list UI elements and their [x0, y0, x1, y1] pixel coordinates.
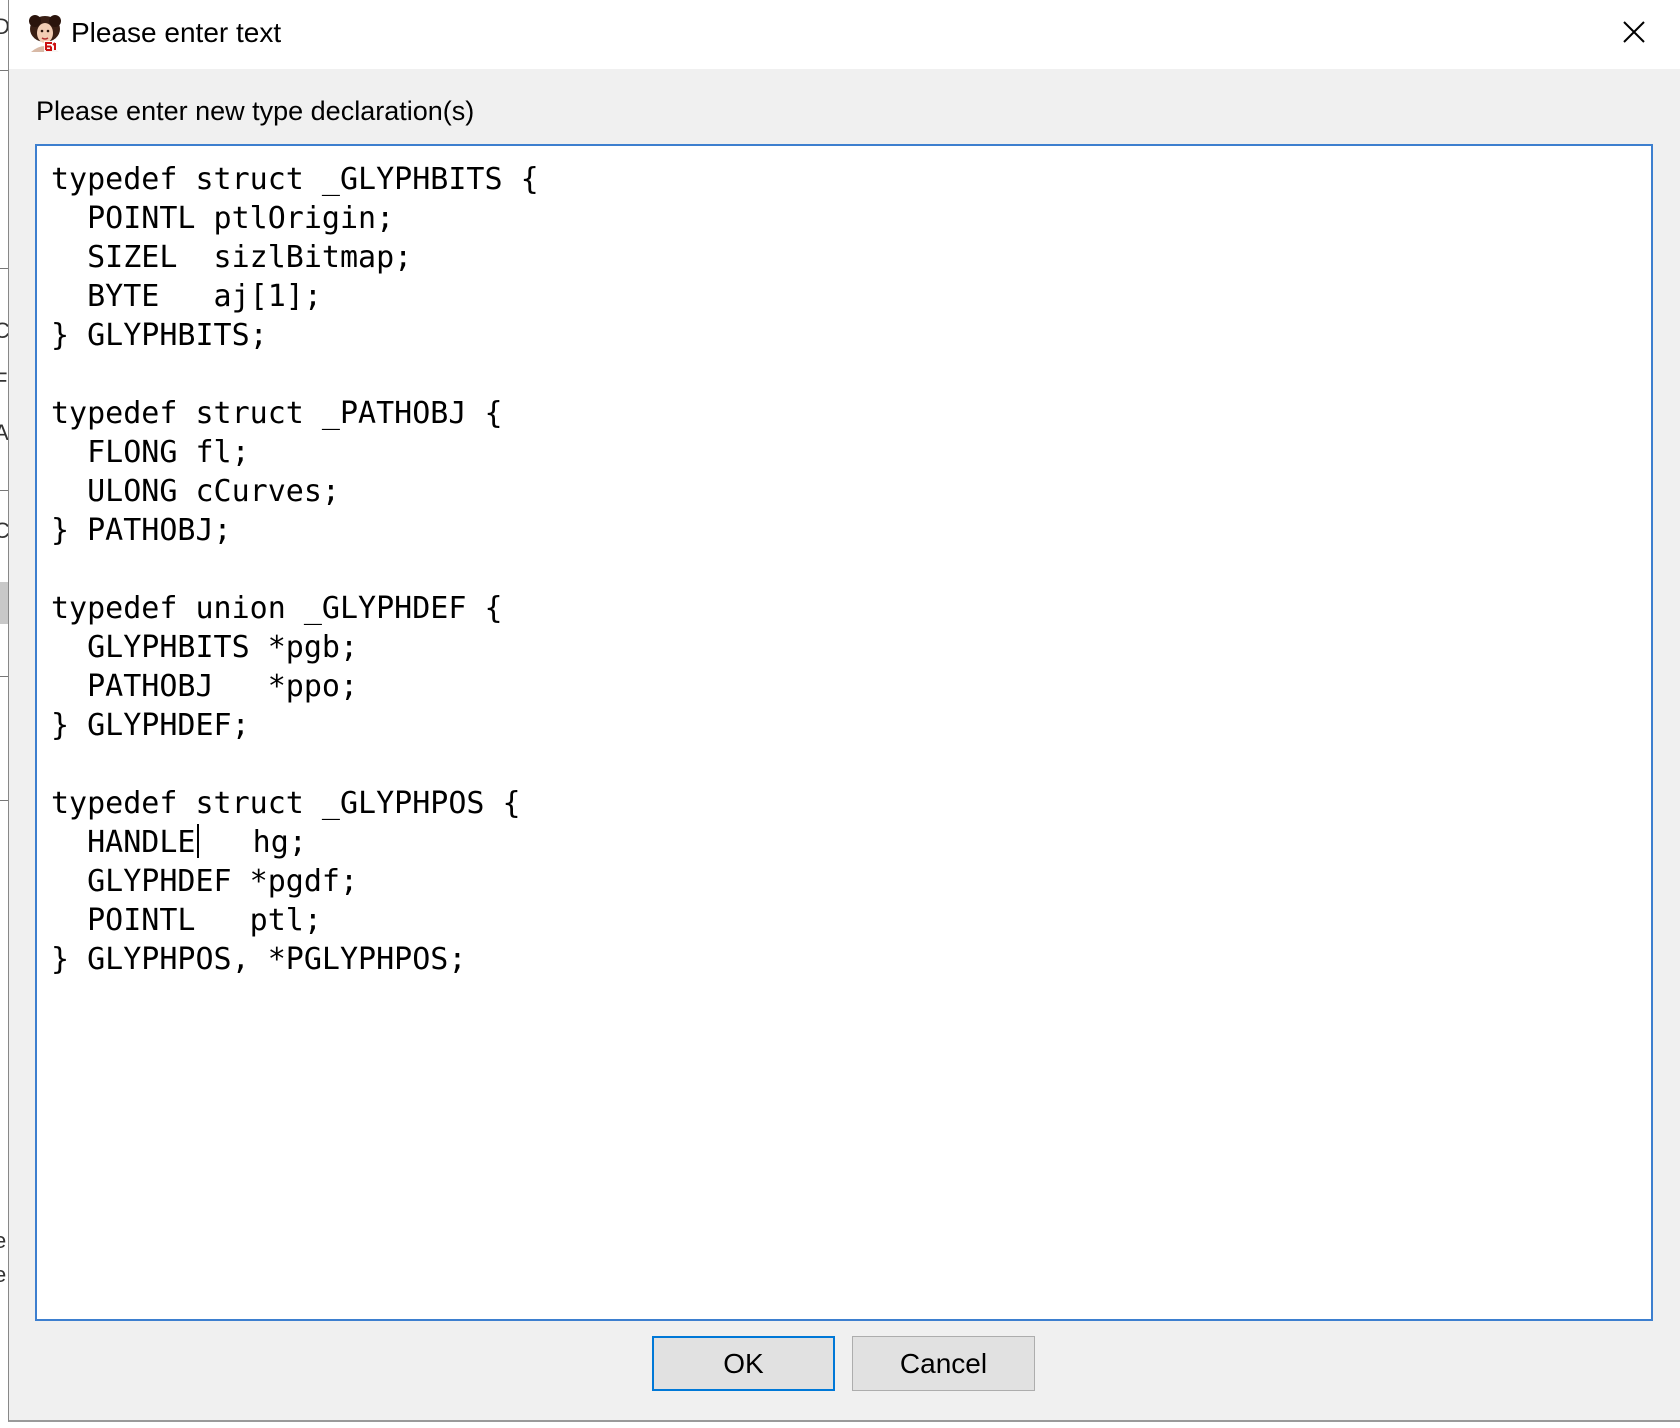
- ok-button[interactable]: OK: [652, 1336, 835, 1391]
- cancel-button-label: Cancel: [899, 1347, 988, 1379]
- background-divider: [0, 70, 8, 71]
- background-divider: [0, 676, 8, 677]
- background-scroll-block: [0, 582, 8, 624]
- type-declaration-textarea[interactable]: typedef struct _GLYPHBITS { POINTL ptlOr…: [35, 144, 1653, 1321]
- background-text-fragment: C: [0, 518, 8, 543]
- background-text-fragment: F: [0, 368, 8, 393]
- close-icon: [1623, 21, 1645, 48]
- background-divider: [0, 268, 8, 269]
- background-text-fragment: C: [0, 318, 8, 343]
- dialog-title: Please enter text: [71, 17, 282, 48]
- background-window: D C F A C e e: [0, 0, 8, 1428]
- background-text-fragment: e: [0, 1228, 7, 1253]
- close-button[interactable]: [1588, 0, 1680, 69]
- text-entry-dialog: Please enter text Please enter new type …: [8, 0, 1680, 1422]
- background-text-fragment: e: [0, 1262, 7, 1287]
- textarea-content: typedef struct _GLYPHBITS { POINTL ptlOr…: [51, 160, 539, 979]
- cancel-button[interactable]: Cancel: [852, 1336, 1035, 1391]
- background-text-fragment: D: [0, 14, 8, 39]
- background-divider: [0, 800, 8, 801]
- prompt-label: Please enter new type declaration(s): [36, 96, 475, 126]
- code-before-caret: typedef struct _GLYPHBITS { POINTL ptlOr…: [51, 162, 539, 860]
- ok-button-label: OK: [723, 1347, 764, 1379]
- background-text-fragment: A: [0, 420, 8, 445]
- background-divider: [0, 490, 8, 491]
- title-bar[interactable]: Please enter text: [9, 0, 1680, 69]
- app-icon: [26, 14, 64, 52]
